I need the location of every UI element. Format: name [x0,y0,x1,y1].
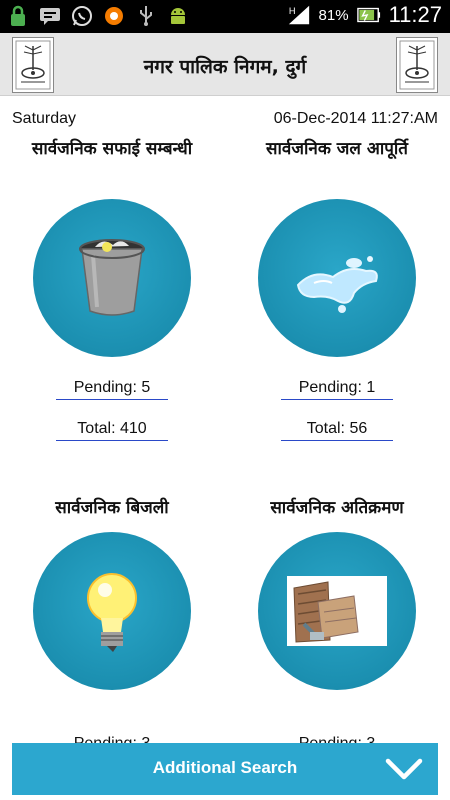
page-title: नगर पालिक निगम, दुर्ग [143,56,307,78]
usb-icon [134,4,158,28]
tile-title: सार्वजनिक जल आपूर्ति [266,139,408,159]
municipal-logo-left [12,37,54,93]
water-splash-icon [296,256,378,313]
app-circle-icon [102,4,126,28]
total-count[interactable]: Total: 410 [56,420,168,441]
battery-percent: 81% [318,6,349,24]
tile-encroachment[interactable]: सार्वजनिक अतिक्रमण Pending: 3 [242,496,432,755]
trash-bin-icon [79,239,145,316]
signal-icon: H [287,3,311,27]
electricity-circle-button[interactable] [33,532,191,690]
android-icon [166,4,190,28]
pending-count[interactable]: Pending: 5 [56,379,168,400]
battery-icon [356,3,381,27]
day-label: Saturday [12,110,77,127]
pending-count[interactable]: Pending: 1 [281,379,393,400]
municipal-logo-right [396,37,438,93]
tile-water-supply[interactable]: सार्वजनिक जल आपूर्ति Pending: 1 Total: 5… [242,137,432,441]
total-count[interactable]: Total: 56 [281,420,393,441]
encroachment-circle-button[interactable] [258,532,416,690]
tile-sanitation[interactable]: सार्वजनिक सफाई सम्बन्धी Pending: 5 Total… [17,137,207,441]
tile-title: सार्वजनिक सफाई सम्बन्धी [31,139,193,159]
light-bulb-icon [87,573,137,652]
chevron-down-icon[interactable] [384,753,424,785]
app-header: नगर पालिक निगम, दुर्ग [0,33,450,96]
system-status: H 81% 11:27 [287,2,442,28]
datetime-label: 06-Dec-2014 11:27:AM [273,110,438,127]
water-circle-button[interactable] [258,199,416,357]
tile-electricity[interactable]: सार्वजनिक बिजली Pending: 3 [17,496,207,755]
clock: 11:27 [388,2,442,27]
tile-title: सार्वजनिक बिजली [55,498,169,518]
lock-icon [6,4,30,28]
tile-title: सार्वजनिक अतिक्रमण [270,498,404,518]
message-icon [38,4,62,28]
additional-search-label: Additional Search [152,758,298,777]
status-bar: H 81% 11:27 [0,0,450,33]
notification-icons [6,4,190,28]
whatsapp-icon [70,4,94,28]
svg-text:H: H [288,6,295,16]
sanitation-circle-button[interactable] [33,199,191,357]
encroachment-icon [287,576,387,646]
additional-search-bar[interactable]: Additional Search [12,743,438,795]
